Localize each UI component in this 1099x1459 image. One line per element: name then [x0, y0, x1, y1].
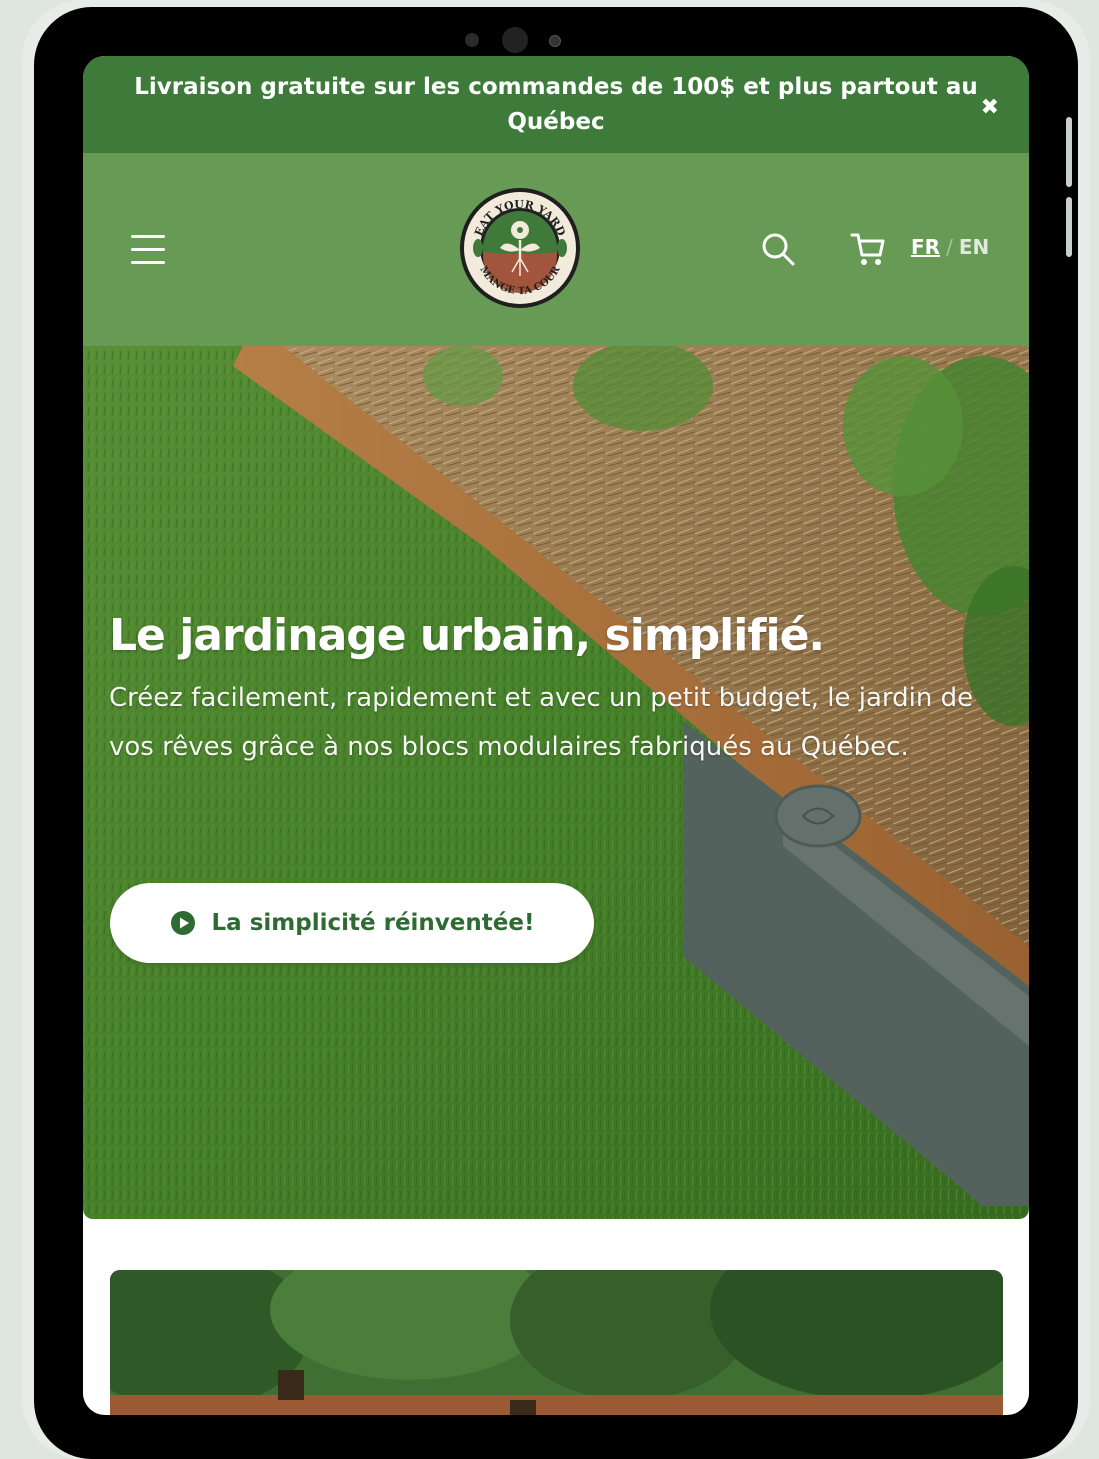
lang-en-link[interactable]: EN — [959, 235, 989, 259]
tablet-frame: Livraison gratuite sur les commandes de … — [34, 7, 1078, 1459]
lang-separator: / — [946, 235, 953, 259]
close-icon[interactable]: ✖ — [981, 90, 999, 125]
hero-text-block: Le jardinage urbain, simplifié. Créez fa… — [109, 608, 1009, 772]
search-icon[interactable] — [758, 229, 798, 269]
featured-image-card — [110, 1270, 1003, 1415]
announcement-bar: Livraison gratuite sur les commandes de … — [83, 56, 1029, 153]
hero-section: Le jardinage urbain, simplifié. Créez fa… — [83, 346, 1029, 1219]
lang-fr-link[interactable]: FR — [911, 235, 940, 259]
hero-cta-label: La simplicité réinventée! — [211, 910, 535, 936]
garden-photo — [110, 1270, 1003, 1415]
site-header: EAT YOUR YARD MANGE TA COUR FR / EN — [83, 153, 1029, 346]
cart-icon[interactable] — [848, 229, 888, 269]
sensor-dot — [549, 35, 561, 47]
camera-row — [34, 25, 1078, 55]
announcement-text: Livraison gratuite sur les commandes de … — [134, 74, 978, 135]
hero-title: Le jardinage urbain, simplifié. — [109, 610, 825, 661]
power-button — [1066, 197, 1072, 257]
hero-cta-button[interactable]: La simplicité réinventée! — [110, 883, 594, 963]
screen: Livraison gratuite sur les commandes de … — [83, 56, 1029, 1415]
camera-lens — [502, 27, 528, 53]
hero-background-image — [83, 346, 1029, 1219]
volume-button — [1066, 117, 1072, 187]
play-circle-icon — [170, 911, 195, 935]
sensor-dot — [465, 33, 479, 47]
hamburger-menu-icon[interactable] — [131, 233, 167, 265]
language-switcher: FR / EN — [911, 235, 989, 259]
brand-logo[interactable]: EAT YOUR YARD MANGE TA COUR — [458, 186, 582, 310]
hero-description: Créez facilement, rapidement et avec un … — [109, 683, 974, 762]
